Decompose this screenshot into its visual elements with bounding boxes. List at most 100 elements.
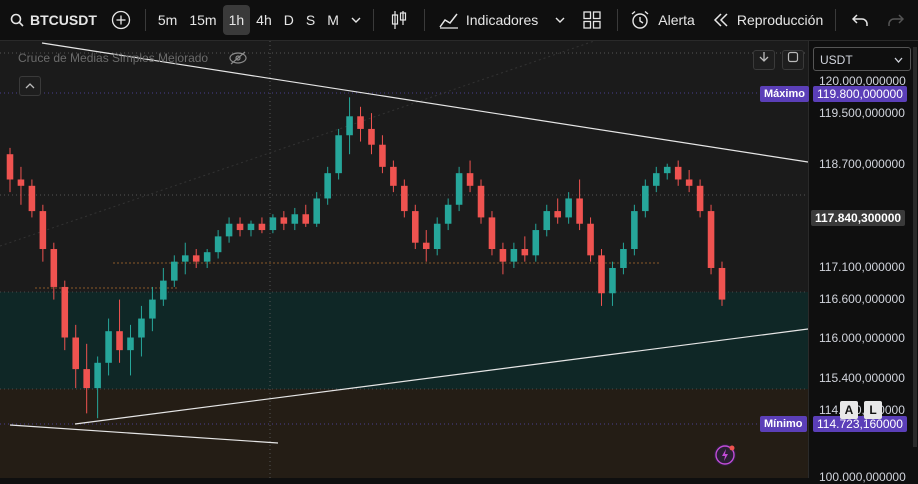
undo-icon [852,14,868,26]
candle-body [565,198,572,218]
candle-body [94,362,101,389]
divider [372,9,374,31]
candle-body [247,223,255,231]
symbol-search[interactable]: BTCUSDT [0,5,103,35]
redo-icon [888,14,905,26]
brown-zone [0,389,808,478]
min-price-tag: 114.723,160000 [813,416,907,432]
candle-body [214,236,222,253]
rewind-icon [713,13,728,27]
interval-1h[interactable]: 1h [222,5,251,35]
redo-button[interactable] [878,5,914,35]
candle-body [466,173,474,186]
candle-body [28,185,36,212]
candle-body [598,255,605,294]
layouts-button[interactable] [573,5,611,35]
candle-body [663,166,671,174]
candle-body [269,217,277,231]
candle-body [83,369,90,389]
undo-button[interactable] [842,5,878,35]
candle-body [696,185,704,212]
scroll-down-button[interactable] [753,50,775,70]
candle-body [554,211,561,218]
grid-icon [583,11,601,29]
lightning-button[interactable] [714,444,736,466]
indicators-icon [439,13,458,29]
sync-button[interactable] [782,50,804,70]
eye-off-icon[interactable] [229,51,247,65]
candle-body [652,173,660,186]
collapse-button[interactable] [19,76,41,96]
candle-body [422,242,430,250]
interval-d[interactable]: D [278,5,300,35]
candle-body [149,299,156,319]
candle-body [433,223,441,250]
candle-body [127,337,134,351]
divider [835,9,837,31]
divider [617,9,619,31]
candle-body [543,211,551,231]
interval-m[interactable]: M [321,5,345,35]
candle-body [280,217,288,224]
candle-body [225,223,233,237]
auto-scale-button[interactable]: A [840,401,858,419]
axis-label: 114.900,000000 [819,403,905,417]
candle-body [302,214,310,224]
interval-s[interactable]: S [300,5,321,35]
candle-body [61,286,69,338]
candle-body [576,198,583,224]
interval-15m[interactable]: 15m [183,5,222,35]
candle-body [499,249,507,262]
candle-body [718,267,726,300]
candle-body [707,211,715,268]
indicators-button[interactable]: Indicadores [431,5,573,35]
chart-pane[interactable]: Cruce de Medias Simples Mejorado [0,41,808,478]
max-label: Máximo [760,86,809,102]
log-scale-button[interactable]: L [864,401,882,419]
more-intervals-button[interactable] [345,5,367,35]
divider [423,9,425,31]
interval-5m[interactable]: 5m [152,5,183,35]
candle-body [532,230,540,256]
candle-body [642,185,649,212]
axis-label: 115.400,000000 [819,371,905,385]
chevron-down-icon [894,57,903,63]
chart-type-button[interactable] [380,5,418,35]
candle-body [6,154,14,180]
currency-select[interactable]: USDT [813,47,911,71]
candle-body [412,211,419,243]
search-icon [10,13,24,27]
max-price-tag: 119.800,000000 [813,86,907,102]
compare-symbol-button[interactable] [103,5,139,35]
price-chart[interactable] [0,41,808,478]
candle-body [368,128,375,145]
upper-zone [0,41,808,292]
divider [144,9,146,31]
replay-label: Reproducción [736,12,824,28]
candle-body [631,211,638,250]
chevron-up-icon [25,83,35,89]
candles-icon [391,11,406,29]
candle-body [313,198,320,224]
candle-body [455,173,463,205]
price-axis[interactable]: USDT 120.000,000000 119.800,000000 119.5… [808,41,918,484]
candle-body [444,204,452,224]
alert-button[interactable]: Alerta [624,5,701,35]
interval-4h[interactable]: 4h [250,5,278,35]
currency-value: USDT [820,53,853,67]
replay-button[interactable]: Reproducción [701,5,829,35]
candle-body [72,337,80,370]
lightning-icon [715,445,735,465]
candle-body [324,173,331,199]
sync-icon [787,51,799,63]
candle-body [203,252,211,262]
candle-body [510,249,518,262]
arrow-down-icon [759,52,769,62]
top-toolbar: BTCUSDT 5m 15m 1h 4h D S M Indicadores A… [0,0,918,41]
candle-body [39,211,47,250]
candle-body [620,249,627,268]
candle-body [685,179,693,186]
scrollbar[interactable] [913,47,917,447]
candle-body [401,185,408,212]
candle-body [138,318,145,338]
